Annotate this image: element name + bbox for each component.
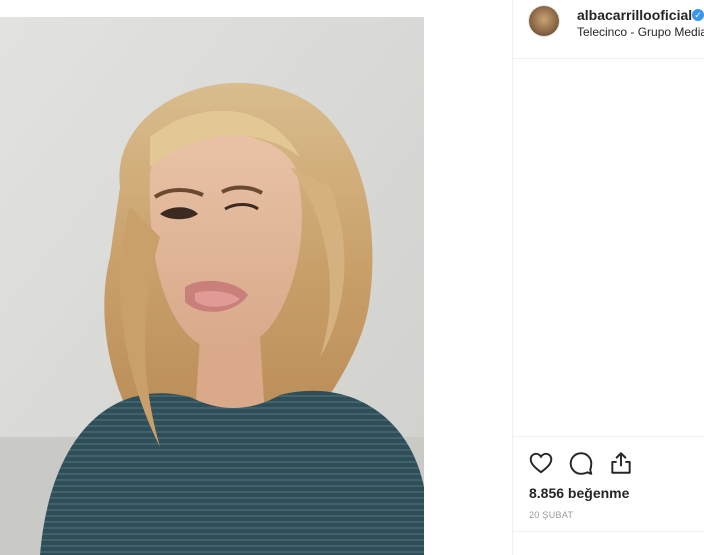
like-count[interactable]: 8.856 beğenme bbox=[529, 485, 629, 501]
actions-divider bbox=[513, 436, 704, 437]
post-header: albacarrillooficial ✓ Telecinco - Grupo … bbox=[513, 0, 704, 59]
instagram-post-page: albacarrillooficial ✓ Telecinco - Grupo … bbox=[0, 0, 704, 555]
location-link[interactable]: Telecinco - Grupo Media bbox=[577, 25, 704, 39]
comment-divider bbox=[513, 531, 704, 532]
comment-icon[interactable] bbox=[568, 450, 594, 476]
post-date[interactable]: 20 ŞUBAT bbox=[529, 510, 573, 520]
verified-badge-icon: ✓ bbox=[692, 9, 704, 21]
heart-icon[interactable] bbox=[528, 450, 554, 476]
photo-illustration bbox=[0, 17, 424, 555]
share-icon[interactable] bbox=[608, 450, 634, 476]
post-side-panel: albacarrillooficial ✓ Telecinco - Grupo … bbox=[512, 0, 704, 555]
post-photo[interactable] bbox=[0, 17, 424, 555]
profile-avatar[interactable] bbox=[529, 6, 559, 36]
username-link[interactable]: albacarrillooficial bbox=[577, 7, 692, 23]
